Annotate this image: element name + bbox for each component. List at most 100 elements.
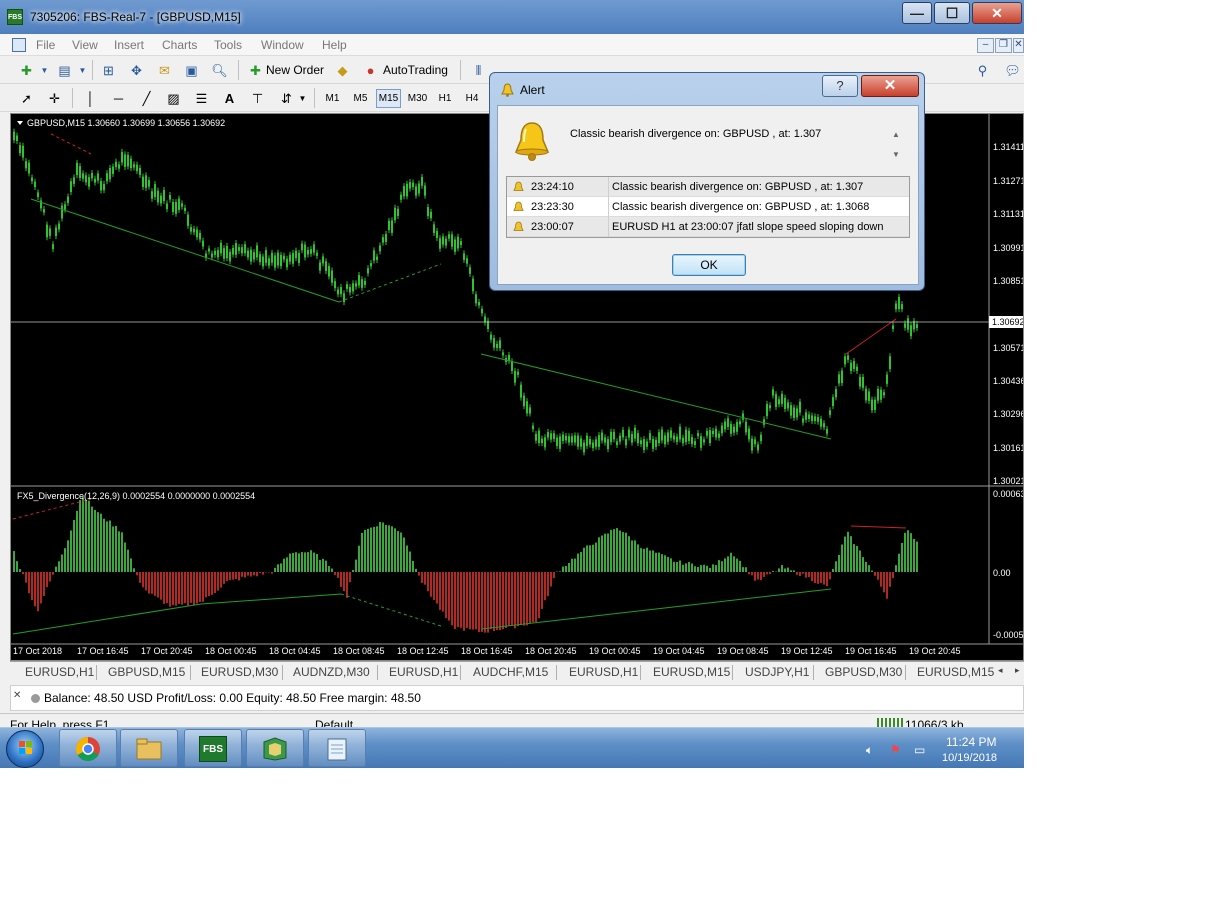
clock-time[interactable]: 11:24 PM [946,735,996,749]
clock-date[interactable]: 10/19/2018 [942,752,997,764]
indicator-bar [880,572,882,587]
timeframe-h4[interactable]: H4 [461,89,483,108]
indicator-bar [82,497,84,572]
market-watch-icon[interactable]: ⊞ [100,62,117,79]
tab-audchf-m15[interactable]: AUDCHF,M15 [473,665,548,679]
text-label-icon[interactable]: ⊤ [249,90,266,107]
autotrading-button[interactable]: AutoTrading [383,63,448,77]
indicator-bar [643,548,645,572]
tab-usdjpy-h1[interactable]: USDJPY,H1 [745,665,809,679]
timeframe-m15[interactable]: M15 [376,89,401,108]
taskbar-app[interactable] [246,729,304,767]
alert-history-row[interactable]: 23:00:07 EURUSD H1 at 23:00:07 jfatl slo… [507,217,909,237]
tab-gbpusd-m15[interactable]: GBPUSD,M15 [108,665,185,679]
indicator-bar [124,542,126,572]
chart-restore-button[interactable]: ❐ [995,38,1012,53]
price-candle-body [175,202,177,214]
tabs-scroll-left-icon[interactable]: ◂ [998,665,1003,676]
close-button[interactable]: ✕ [972,2,1022,24]
action-center-icon[interactable]: ⚑ [890,743,901,757]
alert-message-scrollbar[interactable]: ▲ ▼ [886,124,908,164]
price-candle-body [94,178,96,183]
taskbar-chrome[interactable] [59,729,117,767]
profiles-icon[interactable]: ▤ [56,62,73,79]
alert-ok-button[interactable]: OK [672,254,746,276]
timeframe-m1[interactable]: M1 [321,89,344,108]
chart-minimize-button[interactable]: – [977,38,994,53]
text-tool[interactable]: A [221,90,238,107]
price-candle-body [31,177,33,182]
tab-eurusd-m15[interactable]: EURUSD,M15 [653,665,730,679]
channel-icon[interactable]: ▨ [165,90,182,107]
timeframe-m30[interactable]: M30 [405,89,430,108]
speaker-icon[interactable]: 🔈︎ [866,743,873,758]
alert-history-row[interactable]: 23:23:30 Classic bearish divergence on: … [507,197,909,217]
tabs-scroll-right-icon[interactable]: ▸ [1015,665,1020,676]
price-candle-body [544,437,546,448]
menu-help[interactable]: Help [322,38,347,52]
alert-help-button[interactable]: ? [822,75,858,97]
horizontal-line-icon[interactable]: ─ [110,90,127,107]
navigator-icon[interactable]: ✥ [128,62,145,79]
strategy-tester-icon[interactable]: 🔍︎ [211,62,228,79]
arrows-icon[interactable]: ⇵ [278,90,295,107]
tab-eurusd-h1-3[interactable]: EURUSD,H1 [569,665,638,679]
chevron-down-icon[interactable]: ▼ [74,62,91,79]
maximize-button[interactable]: ☐ [934,2,970,24]
scroll-down-icon[interactable]: ▼ [892,150,900,159]
start-button[interactable] [6,730,44,768]
network-icon[interactable]: ▭ [914,743,925,757]
indicator-bar [673,561,675,572]
menu-window[interactable]: Window [261,38,304,52]
alert-close-button[interactable]: ✕ [861,75,919,97]
indicator-bar [115,525,117,572]
menu-file[interactable]: File [36,38,55,52]
time-tick-label: 18 Oct 00:45 [205,646,257,656]
metaeditor-icon[interactable]: ◆ [334,62,351,79]
tab-eurusd-m30[interactable]: EURUSD,M30 [201,665,278,679]
timeframe-h1[interactable]: H1 [434,89,456,108]
menu-insert[interactable]: Insert [114,38,144,52]
alert-history-list[interactable]: 23:24:10 Classic bearish divergence on: … [506,176,910,238]
timeframe-m5[interactable]: M5 [349,89,372,108]
tab-eurusd-h1[interactable]: EURUSD,H1 [25,665,94,679]
price-candle-body [472,278,474,292]
tab-gbpusd-m30[interactable]: GBPUSD,M30 [825,665,902,679]
crosshair-icon[interactable]: ✛ [46,90,63,107]
trendline-icon[interactable]: ╱ [138,90,155,107]
new-chart-icon[interactable]: ✚ [18,62,35,79]
minimize-button[interactable]: — [902,2,932,24]
window-title-bar[interactable]: FBS 7305206: FBS-Real-7 - [GBPUSD,M15] —… [0,0,1024,34]
vertical-line-icon[interactable]: │ [82,90,99,107]
search-icon[interactable]: ⚲ [974,62,991,79]
taskbar-fbs-terminal[interactable]: FBS [184,729,242,767]
bar-chart-icon[interactable]: ⫴ [470,62,487,79]
taskbar-notepad[interactable] [308,729,366,767]
price-candle-body [619,435,621,442]
fibonacci-icon[interactable]: ☰ [193,90,210,107]
notepad-icon [327,738,347,761]
tab-eurusd-h1-2[interactable]: EURUSD,H1 [389,665,458,679]
new-order-button[interactable]: New Order [266,63,324,77]
tab-audnzd-m30[interactable]: AUDNZD,M30 [293,665,370,679]
data-window-icon[interactable]: ✉ [156,62,173,79]
scroll-up-icon[interactable]: ▲ [892,130,900,139]
indicator-bar [304,552,306,572]
new-order-icon[interactable]: ✚ [247,62,264,79]
terminal-icon[interactable]: ▣ [183,62,200,79]
chevron-down-icon[interactable]: ▼ [294,90,311,107]
terminal-close-icon[interactable]: ✕ [13,690,21,701]
chat-icon[interactable]: 💬︎ [1004,62,1021,79]
chart-close-button[interactable]: ✕ [1013,38,1024,53]
menu-charts[interactable]: Charts [162,38,197,52]
menu-tools[interactable]: Tools [214,38,242,52]
chart-document-icon[interactable] [12,38,26,52]
tab-eurusd-m15-2[interactable]: EURUSD,M15 [917,665,994,679]
taskbar-explorer[interactable] [120,729,178,767]
alert-history-row[interactable]: 23:24:10 Classic bearish divergence on: … [507,177,909,197]
chevron-down-icon[interactable]: ▼ [36,62,53,79]
cursor-icon[interactable]: ➚ [18,90,35,107]
indicator-bar [202,572,204,602]
autotrading-icon[interactable]: ● [362,62,379,79]
menu-view[interactable]: View [72,38,98,52]
